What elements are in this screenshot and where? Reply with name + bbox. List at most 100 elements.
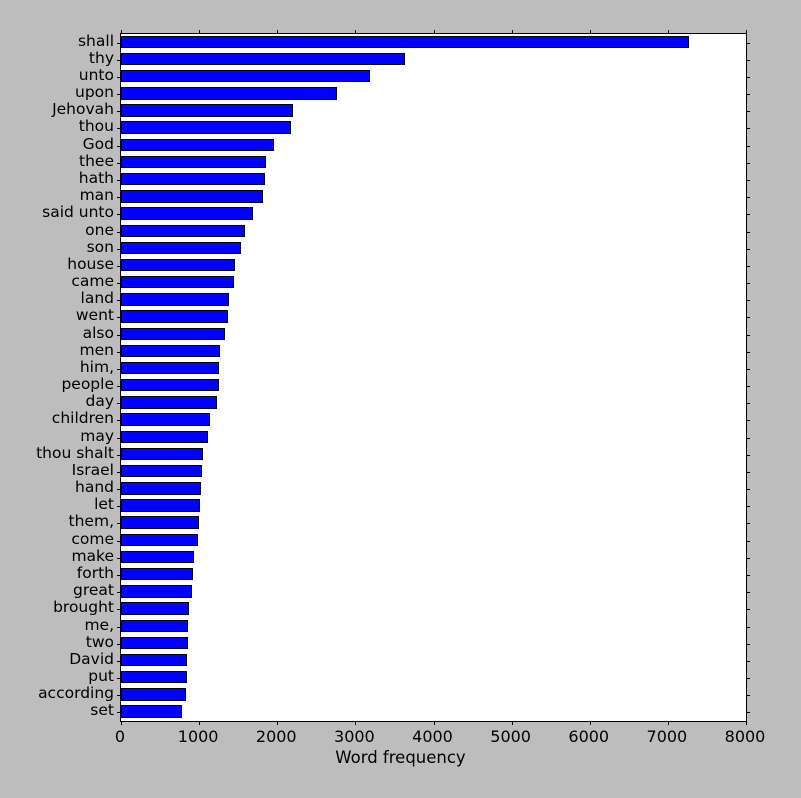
y-axis-tick-label: came <box>71 272 114 291</box>
bar <box>121 172 266 186</box>
x-axis-tick-mark <box>355 721 357 725</box>
x-axis-tick-mark <box>121 721 122 725</box>
y-axis-tick-label: set <box>90 701 114 720</box>
y-axis-tick-mark-right <box>746 231 750 233</box>
bar-row <box>117 566 746 584</box>
y-axis-tick-label: come <box>71 529 114 548</box>
bar-row <box>117 481 746 499</box>
bar-chart-figure: shall thy unto upon Jehovah thou God thee hath ma… <box>0 0 801 798</box>
x-axis-tick-mark-top <box>277 30 279 34</box>
y-axis-tick-mark <box>117 695 121 697</box>
y-axis-tick-label: shall <box>77 31 114 50</box>
bar-row <box>117 223 746 241</box>
y-axis-tick-mark <box>117 678 121 680</box>
bar-row <box>117 137 746 155</box>
bar-row <box>117 395 746 413</box>
bar-row <box>117 154 746 172</box>
y-axis-tick-mark-right <box>746 351 750 353</box>
y-axis-tick-mark <box>117 351 121 353</box>
y-axis-tick-label: hand <box>75 478 114 497</box>
y-axis-tick-mark <box>117 403 121 405</box>
y-axis-tick-mark-right <box>746 523 750 525</box>
y-axis-tick-mark-right <box>746 695 750 697</box>
y-axis-tick-label: according <box>38 684 114 703</box>
bar-row <box>117 206 746 224</box>
y-axis-tick-label: son <box>86 237 114 256</box>
bar <box>121 121 291 134</box>
bar <box>121 69 371 83</box>
y-axis-tick-mark <box>117 557 121 559</box>
bar <box>121 207 254 220</box>
y-axis-tick-mark <box>117 334 121 336</box>
bar-row <box>117 704 746 722</box>
bar-row <box>117 515 746 533</box>
y-axis-tick-mark <box>117 523 121 525</box>
y-axis-tick-mark <box>117 265 121 267</box>
x-axis-tick-label: 3000 <box>334 727 375 746</box>
bar-row <box>117 171 746 189</box>
y-axis-tick-mark-right <box>746 592 750 594</box>
y-axis-tick-label: make <box>71 546 114 565</box>
x-axis-tick-label: 0 <box>114 727 126 746</box>
y-axis-tick-mark <box>117 489 121 491</box>
y-axis-tick-mark-right <box>746 265 750 267</box>
bar <box>121 619 188 632</box>
x-axis-tick-label: 8000 <box>724 727 766 746</box>
bar <box>121 688 186 701</box>
y-axis-tick-mark-right <box>746 94 750 96</box>
bar-row <box>117 618 746 636</box>
bar <box>121 190 264 203</box>
bar <box>121 396 217 409</box>
bar-row <box>117 498 746 516</box>
y-axis-tick-mark-right <box>746 471 750 473</box>
bar <box>121 464 202 478</box>
bar-row <box>117 326 746 344</box>
bar <box>121 585 192 598</box>
y-axis-tick-label: may <box>80 426 114 445</box>
bar <box>121 533 198 547</box>
y-axis-tick-mark-right <box>746 386 750 388</box>
y-axis-tick-label: upon <box>75 83 114 102</box>
bar-row <box>117 549 746 567</box>
x-axis-tick-label: 4000 <box>412 727 453 746</box>
y-axis-tick-label: people <box>61 375 114 394</box>
x-axis-tick-label: 6000 <box>568 727 610 746</box>
bar-row <box>117 669 746 687</box>
bar <box>121 568 193 581</box>
y-axis-tick-mark <box>117 506 121 508</box>
y-axis-tick-label: David <box>69 649 114 668</box>
y-axis-tick-label: day <box>85 392 114 411</box>
y-axis-tick-label: great <box>73 581 114 600</box>
y-axis-tick-mark-right <box>746 197 750 199</box>
y-axis-tick-label: thou <box>78 117 114 136</box>
bar <box>121 602 189 615</box>
bar <box>121 224 245 237</box>
bar-row <box>117 601 746 619</box>
y-axis-tick-mark-right <box>746 626 750 628</box>
bar-row <box>117 429 746 447</box>
bar-row <box>117 34 746 52</box>
bar-row <box>117 343 746 361</box>
y-axis-tick-mark-right <box>746 643 750 645</box>
x-axis-tick-label: 7000 <box>646 727 688 746</box>
y-axis-tick-mark-right <box>746 368 750 370</box>
bar <box>121 293 229 306</box>
y-axis-tick-mark-right <box>746 162 750 164</box>
y-axis-tick-mark <box>117 145 121 147</box>
y-axis-tick-mark <box>117 368 121 370</box>
y-axis-tick-mark-right <box>746 678 750 680</box>
x-axis-tick-mark-top <box>121 30 122 34</box>
y-axis-tick-label: man <box>79 186 114 205</box>
y-axis-tick-mark <box>117 231 121 233</box>
bar <box>121 35 689 48</box>
bar <box>121 361 220 375</box>
y-axis-tick-label: Israel <box>71 460 114 479</box>
y-axis-tick-mark <box>117 660 121 662</box>
x-axis-tick-label: 1000 <box>177 727 219 746</box>
y-axis-tick-mark-right <box>746 179 750 181</box>
y-axis-tick-label: forth <box>76 564 114 582</box>
y-axis-tick-label: thou shalt <box>36 443 114 462</box>
bar <box>121 430 208 443</box>
x-axis-tick-mark-top <box>433 30 435 34</box>
y-axis-tick-mark-right <box>746 59 750 61</box>
